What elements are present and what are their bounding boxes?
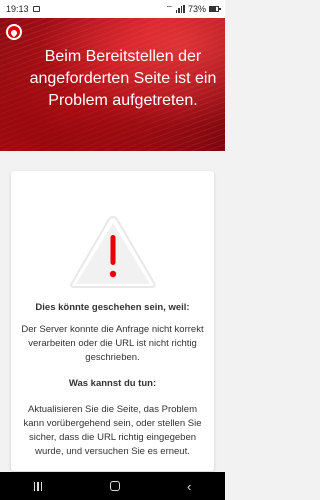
error-card: Dies könnte geschehen sein, weil: Der Se… (11, 171, 214, 471)
recents-icon[interactable] (33, 481, 43, 491)
battery-icon (209, 6, 221, 12)
page-title: Beim Bereitstellen der angeforderten Sei… (29, 48, 217, 109)
warning-triangle-icon (70, 215, 156, 288)
actions-text: Aktualisieren Sie die Seite, das Problem… (23, 404, 202, 457)
status-bar: 19:13 ⌔ 73% (0, 0, 225, 18)
vodafone-logo[interactable] (6, 24, 22, 40)
actions-heading: Was kannst du tun: (68, 378, 157, 389)
home-icon[interactable] (109, 481, 120, 491)
reasons-text: Der Server konnte die Anfrage nicht korr… (21, 324, 204, 363)
error-hero-banner: Beim Bereitstellen der angeforderten Sei… (0, 18, 225, 151)
battery-percent: 73% (187, 4, 206, 14)
reasons-heading: Dies könnte geschehen sein, weil: (35, 302, 190, 313)
back-icon[interactable]: ‹ (187, 480, 191, 493)
status-bar-right: ⌔ 73% (165, 4, 221, 14)
signal-icon (175, 5, 185, 13)
status-bar-left: 19:13 (6, 4, 40, 14)
system-nav-bar: ‹ (0, 472, 225, 500)
image-icon (32, 6, 40, 12)
wifi-icon: ⌔ (165, 4, 173, 13)
status-time: 19:13 (6, 4, 29, 14)
